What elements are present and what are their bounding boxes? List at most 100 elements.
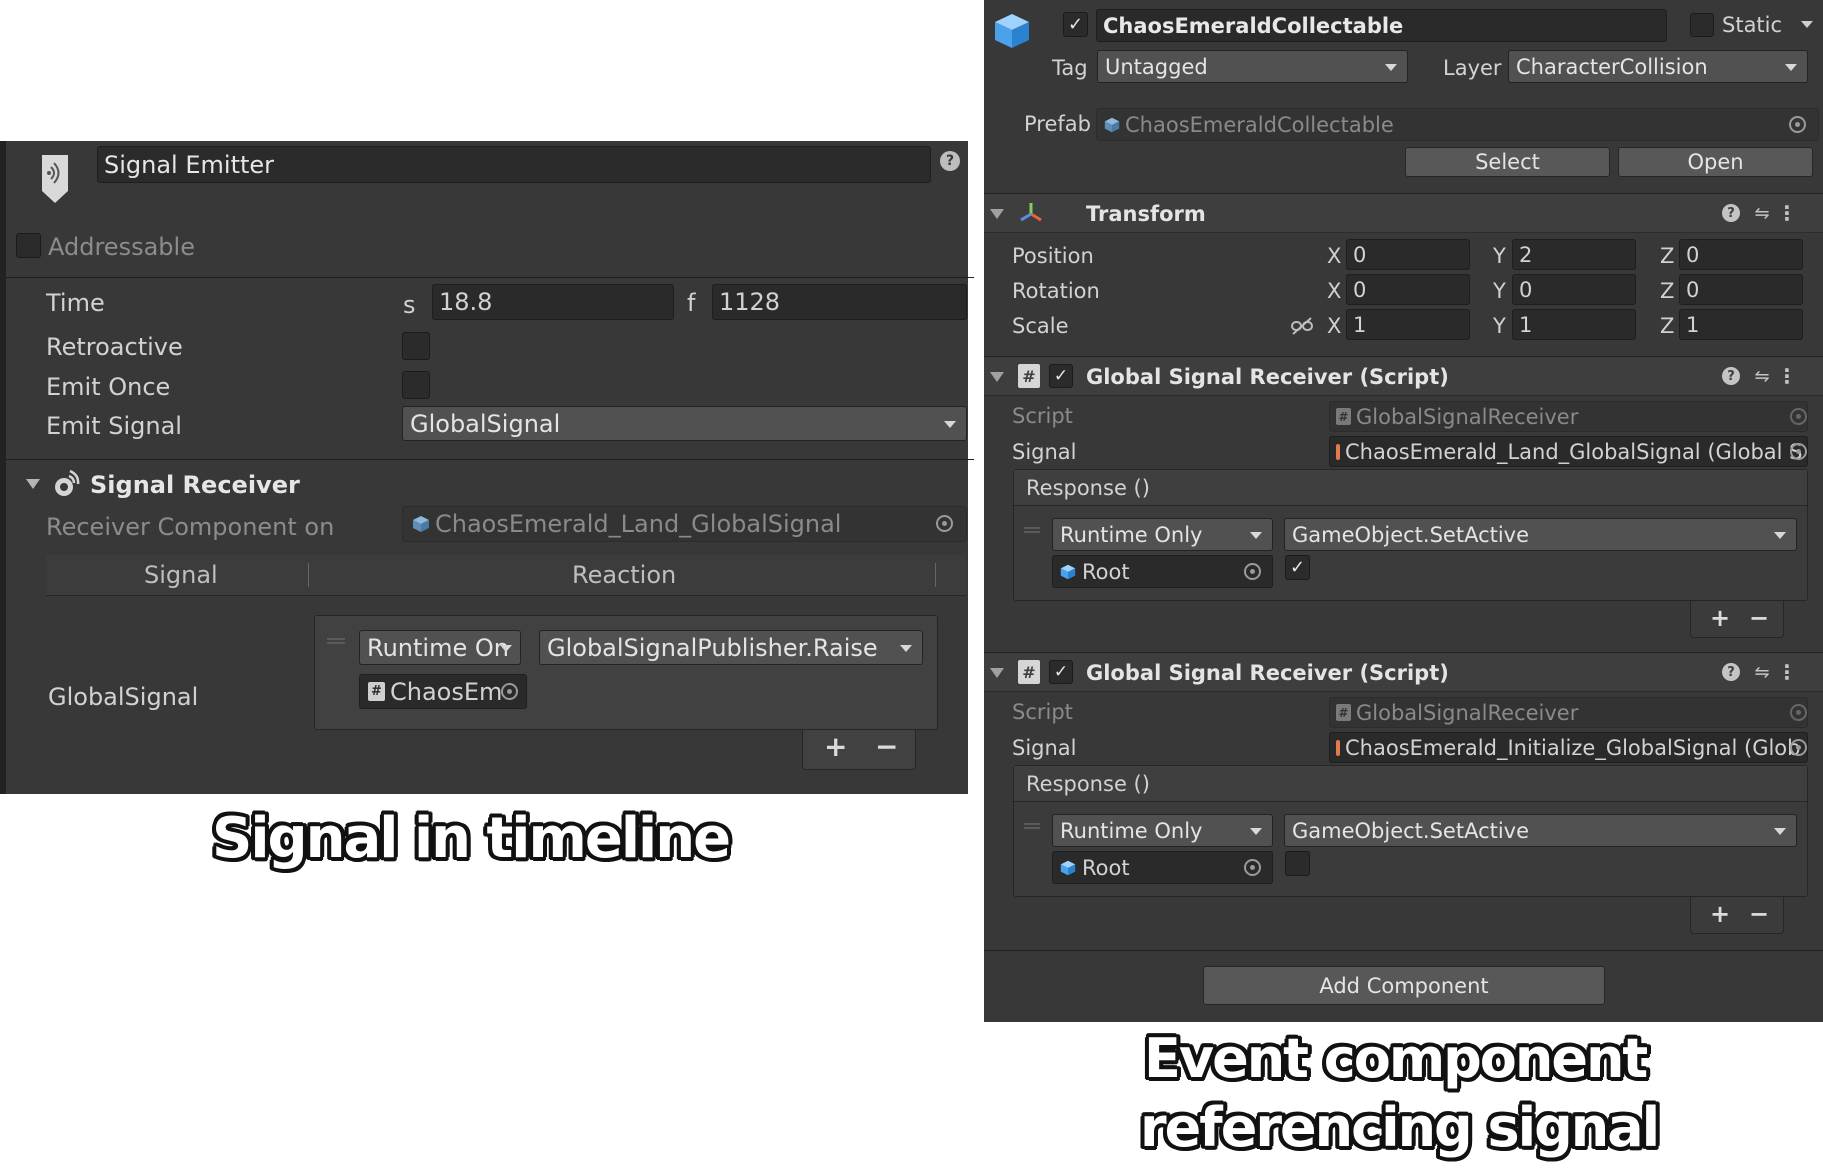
receiver-1-header[interactable]: # ✓ Global Signal Receiver (Script) ? ⇋ … bbox=[984, 356, 1823, 396]
remove-item-button[interactable]: − bbox=[875, 732, 898, 762]
component-enabled-checkbox[interactable]: ✓ bbox=[1049, 660, 1073, 684]
method-dropdown[interactable]: GlobalSignalPublisher.Raise bbox=[539, 630, 923, 665]
emit-once-checkbox[interactable] bbox=[402, 371, 430, 399]
object-field[interactable]: Root bbox=[1052, 851, 1273, 884]
emit-signal-label: Emit Signal bbox=[46, 412, 182, 440]
signal-receiver-icon bbox=[52, 467, 82, 499]
object-picker-icon[interactable] bbox=[936, 515, 953, 532]
foldout-arrow-icon[interactable] bbox=[990, 372, 1004, 382]
foldout-arrow-icon[interactable] bbox=[990, 209, 1004, 219]
object-picker-icon[interactable] bbox=[1244, 563, 1261, 580]
runtime-dropdown[interactable]: Runtime On bbox=[359, 630, 521, 665]
scale-z-field[interactable]: 1 bbox=[1679, 309, 1803, 340]
transform-header[interactable]: Transform ? ⇋ ⋮ bbox=[984, 193, 1823, 233]
time-frames-field[interactable]: 1128 bbox=[712, 284, 967, 320]
preset-sliders-icon[interactable]: ⇋ bbox=[1751, 661, 1773, 683]
more-options-icon[interactable]: ⋮ bbox=[1777, 660, 1797, 684]
emit-signal-dropdown[interactable]: GlobalSignal bbox=[402, 406, 967, 441]
column-signal: Signal bbox=[144, 561, 218, 589]
foldout-arrow-icon[interactable] bbox=[26, 479, 40, 489]
chevron-down-icon[interactable] bbox=[1801, 21, 1813, 28]
receiver-component-value: ChaosEmerald_Land_GlobalSignal bbox=[435, 510, 842, 538]
object-picker-icon[interactable] bbox=[1790, 408, 1807, 425]
tag-dropdown[interactable]: Untagged bbox=[1097, 50, 1408, 83]
rotation-z-field[interactable]: 0 bbox=[1679, 274, 1803, 305]
scale-y-field[interactable]: 1 bbox=[1512, 309, 1636, 340]
emitter-name-field[interactable]: Signal Emitter bbox=[97, 146, 931, 183]
object-picker-icon[interactable] bbox=[1790, 704, 1807, 721]
signal-asset-icon bbox=[1336, 443, 1340, 460]
script-field: # GlobalSignalReceiver bbox=[1329, 697, 1808, 728]
object-picker-icon[interactable] bbox=[1244, 859, 1261, 876]
layer-dropdown[interactable]: CharacterCollision bbox=[1508, 50, 1808, 83]
add-item-button[interactable]: + bbox=[824, 732, 847, 762]
chevron-down-icon bbox=[500, 644, 512, 652]
help-icon[interactable]: ? bbox=[1722, 367, 1740, 385]
setactive-bool-checkbox[interactable] bbox=[1285, 851, 1310, 876]
signal-value: ChaosEmerald_Land_GlobalSignal (Global S bbox=[1345, 439, 1803, 464]
object-picker-icon[interactable] bbox=[1789, 116, 1806, 133]
add-component-button[interactable]: Add Component bbox=[1203, 966, 1605, 1005]
position-y-field[interactable]: 2 bbox=[1512, 239, 1636, 270]
axis-z-label: Z bbox=[1660, 279, 1675, 303]
retroactive-checkbox[interactable] bbox=[402, 332, 430, 360]
signal-emitter-icon bbox=[40, 153, 70, 205]
drag-handle-icon[interactable] bbox=[1024, 823, 1040, 829]
response-title: Response () bbox=[1014, 470, 1807, 506]
active-checkbox[interactable]: ✓ bbox=[1063, 12, 1088, 37]
select-button[interactable]: Select bbox=[1405, 147, 1610, 177]
scale-x-field[interactable]: 1 bbox=[1346, 309, 1470, 340]
foldout-arrow-icon[interactable] bbox=[990, 668, 1004, 678]
method-dropdown[interactable]: GameObject.SetActive bbox=[1284, 814, 1797, 847]
signal-value: ChaosEmerald_Initialize_GlobalSignal (Gl… bbox=[1345, 735, 1801, 760]
more-options-icon[interactable]: ⋮ bbox=[1777, 364, 1797, 388]
transform-title: Transform bbox=[1086, 202, 1206, 226]
object-picker-icon[interactable] bbox=[1790, 739, 1807, 756]
chevron-down-icon bbox=[1774, 531, 1786, 539]
receiver-component-field[interactable]: ChaosEmerald_Land_GlobalSignal bbox=[402, 506, 967, 542]
help-icon[interactable]: ? bbox=[1722, 204, 1740, 222]
static-checkbox[interactable] bbox=[1690, 13, 1714, 37]
prefab-label: Prefab bbox=[1024, 112, 1091, 136]
runtime-dropdown[interactable]: Runtime Only bbox=[1052, 518, 1273, 551]
receiver-2-header[interactable]: # ✓ Global Signal Receiver (Script) ? ⇋ … bbox=[984, 652, 1823, 692]
setactive-bool-checkbox[interactable]: ✓ bbox=[1285, 555, 1310, 580]
remove-item-button[interactable]: − bbox=[1749, 899, 1769, 929]
component-enabled-checkbox[interactable]: ✓ bbox=[1049, 364, 1073, 388]
method-dropdown[interactable]: GameObject.SetActive bbox=[1284, 518, 1797, 551]
position-z-field[interactable]: 0 bbox=[1679, 239, 1803, 270]
signal-field[interactable]: ChaosEmerald_Initialize_GlobalSignal (Gl… bbox=[1329, 732, 1808, 763]
addressable-checkbox[interactable] bbox=[16, 233, 41, 258]
object-picker-icon[interactable] bbox=[1790, 443, 1807, 460]
time-seconds-field[interactable]: 18.8 bbox=[432, 284, 674, 320]
signal-field[interactable]: ChaosEmerald_Land_GlobalSignal (Global S bbox=[1329, 436, 1808, 467]
method-value: GameObject.SetActive bbox=[1292, 522, 1530, 547]
layer-value: CharacterCollision bbox=[1516, 54, 1708, 79]
constrain-proportions-icon[interactable] bbox=[1290, 316, 1314, 336]
signal-label: Signal bbox=[1012, 736, 1077, 760]
remove-item-button[interactable]: − bbox=[1749, 603, 1769, 633]
gameobject-name-field[interactable]: ChaosEmeraldCollectable bbox=[1096, 9, 1667, 42]
help-icon[interactable]: ? bbox=[1722, 663, 1740, 681]
add-item-button[interactable]: + bbox=[1710, 899, 1730, 929]
script-value: GlobalSignalReceiver bbox=[1356, 404, 1579, 429]
chevron-down-icon bbox=[900, 644, 912, 652]
runtime-dropdown[interactable]: Runtime Only bbox=[1052, 814, 1273, 847]
drag-handle-icon[interactable] bbox=[1024, 527, 1040, 533]
add-item-button[interactable]: + bbox=[1710, 603, 1730, 633]
object-field[interactable]: Root bbox=[1052, 555, 1273, 588]
rotation-x-field[interactable]: 0 bbox=[1346, 274, 1470, 305]
rotation-y-field[interactable]: 0 bbox=[1512, 274, 1636, 305]
more-options-icon[interactable]: ⋮ bbox=[1777, 201, 1797, 225]
axis-y-label: Y bbox=[1493, 279, 1506, 303]
preset-sliders-icon[interactable]: ⇋ bbox=[1751, 202, 1773, 224]
time-label: Time bbox=[46, 289, 105, 317]
prefab-field[interactable]: ChaosEmeraldCollectable bbox=[1096, 108, 1819, 141]
script-icon: # bbox=[1018, 660, 1040, 684]
position-x-field[interactable]: 0 bbox=[1346, 239, 1470, 270]
help-icon[interactable]: ? bbox=[940, 151, 960, 171]
drag-handle-icon[interactable] bbox=[327, 638, 345, 644]
object-picker-icon[interactable] bbox=[501, 683, 518, 700]
open-button[interactable]: Open bbox=[1618, 147, 1813, 177]
preset-sliders-icon[interactable]: ⇋ bbox=[1751, 365, 1773, 387]
